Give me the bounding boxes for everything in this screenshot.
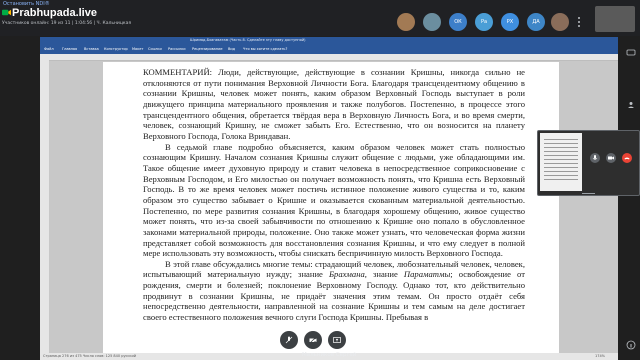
tell-me-search[interactable]: Что вы хотите сделать? <box>243 47 287 51</box>
pip-camera-button[interactable] <box>606 153 616 163</box>
participant-avatar[interactable]: ОК <box>449 13 467 31</box>
italic-term: Брахмана <box>328 269 365 280</box>
meet-top-bar: Остановить NDI® Prabhupada.live Участник… <box>0 0 640 36</box>
ribbon-tab-home[interactable]: Главная <box>62 47 77 51</box>
people-icon[interactable] <box>626 100 636 110</box>
participant-initials: ДА <box>532 19 540 25</box>
preview-line <box>544 139 578 140</box>
participant-avatar[interactable] <box>551 13 569 31</box>
zoom-level[interactable]: 174% <box>595 354 605 358</box>
text-run: , знание <box>364 269 404 280</box>
present-button[interactable] <box>328 331 346 349</box>
participant-avatar[interactable]: РХ <box>501 13 519 31</box>
preview-line <box>544 159 578 160</box>
preview-line <box>544 143 578 144</box>
microphone-icon <box>592 155 598 160</box>
chat-icon[interactable] <box>626 48 636 58</box>
ribbon-tab-insert[interactable]: Вставка <box>84 47 99 51</box>
preview-line <box>544 171 578 172</box>
ribbon-tab-design[interactable]: Конструктор <box>104 47 128 51</box>
self-view-screen-preview <box>540 133 582 191</box>
status-text: Страница 276 из 475 Число слов: 125 840 … <box>43 354 137 358</box>
self-camera-thumbnail[interactable] <box>595 6 635 32</box>
active-speaker-caption: Мельников Сергей <box>302 352 357 358</box>
present-screen-icon <box>333 337 341 343</box>
document-page: КОММЕНТАРИЙ: Люди, действующие, действую… <box>103 62 559 360</box>
italic-term: Параматмы <box>403 269 451 280</box>
ribbon-tab-review[interactable]: Рецензирование <box>192 47 223 51</box>
ruler <box>40 54 618 61</box>
preview-line <box>544 167 578 168</box>
participant-avatar[interactable]: ДА <box>527 13 545 31</box>
preview-line <box>544 163 578 164</box>
meeting-title: Prabhupada.live <box>12 7 97 19</box>
participant-avatar[interactable] <box>423 13 441 31</box>
paragraph-commentary: КОММЕНТАРИЙ: Люди, действующие, действую… <box>143 67 525 141</box>
more-participants-icon[interactable] <box>575 16 583 28</box>
word-document-title: Шримад-Бхагаватам (Часть 8. Сделайте эту… <box>190 38 306 42</box>
camera-icon <box>608 156 614 160</box>
self-view-panel[interactable] <box>537 130 640 196</box>
pip-drag-handle[interactable] <box>538 192 639 195</box>
participant-avatar[interactable]: Ра <box>475 13 493 31</box>
camera-off-icon <box>309 336 317 344</box>
ribbon-tab-references[interactable]: Ссылки <box>148 47 162 51</box>
document-text[interactable]: КОММЕНТАРИЙ: Люди, действующие, действую… <box>143 67 525 323</box>
participant-initials: ОК <box>454 19 462 25</box>
ribbon-tab-file[interactable]: Файл <box>44 47 54 51</box>
vertical-ruler <box>40 60 49 360</box>
word-ribbon-tabs: Файл Главная Вставка Конструктор Макет С… <box>40 46 618 54</box>
paragraph-seventh-chapter: В седьмой главе подробно объясняется, ка… <box>143 141 525 259</box>
preview-line <box>544 147 578 148</box>
pip-mic-button[interactable] <box>590 153 600 163</box>
preview-line <box>544 175 578 176</box>
meeting-info: Участников онлайн: 19 из 11 | 1:04:56 | … <box>2 21 132 26</box>
participant-initials: Ра <box>480 19 488 25</box>
shared-screen-word-window: Шримад-Бхагаватам (Часть 8. Сделайте эту… <box>40 37 618 360</box>
hang-up-icon <box>624 157 630 160</box>
pip-hang-up-button[interactable] <box>622 153 632 163</box>
word-title-bar: Шримад-Бхагаватам (Часть 8. Сделайте эту… <box>40 37 618 46</box>
paragraph-topics: В этой главе обсуждались многие темы: ст… <box>143 259 525 323</box>
preview-line <box>544 179 578 180</box>
ribbon-tab-view[interactable]: Вид <box>228 47 235 51</box>
microphone-off-icon <box>285 336 293 344</box>
ribbon-tab-layout[interactable]: Макет <box>132 47 143 51</box>
preview-line <box>544 155 578 156</box>
ribbon-tab-mailings[interactable]: Рассылки <box>168 47 186 51</box>
preview-line <box>544 151 578 152</box>
info-icon[interactable] <box>626 340 636 350</box>
participant-avatar[interactable] <box>397 13 415 31</box>
mic-button[interactable] <box>280 331 298 349</box>
meet-logo-icon <box>2 9 11 16</box>
participant-initials: РХ <box>506 19 514 25</box>
camera-button[interactable] <box>304 331 322 349</box>
